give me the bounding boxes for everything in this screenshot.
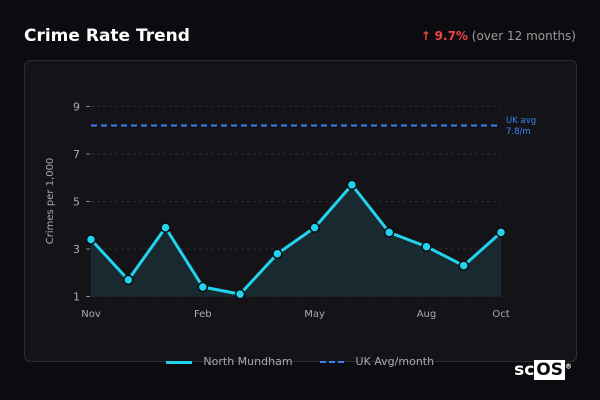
- line-chart: 1 3 5 7 9 Nov Feb May Aug Oct Crimes per 1,000 UK a…: [45, 101, 536, 321]
- data-point: [160, 222, 171, 233]
- data-point: [234, 288, 246, 300]
- y-tick-label: 3: [73, 243, 80, 256]
- data-point: [272, 248, 283, 259]
- data-point: [383, 227, 395, 238]
- legend-series-label: North Mundham: [203, 355, 293, 368]
- data-point: [458, 260, 469, 271]
- x-tick-label: Nov: [81, 309, 101, 320]
- x-tick-label: Feb: [194, 309, 212, 320]
- data-point: [421, 241, 432, 252]
- legend-ref-swatch: [320, 361, 345, 363]
- data-point: [85, 234, 97, 245]
- data-point: [309, 222, 320, 233]
- x-tick-label: Oct: [492, 309, 509, 320]
- x-tick-label: Aug: [417, 309, 437, 320]
- legend-series-swatch: [165, 360, 192, 364]
- y-axis-label: Crimes per 1,000: [45, 158, 56, 245]
- scos-logo: sc OS ®: [514, 360, 572, 380]
- y-tick-label: 1: [73, 291, 80, 304]
- y-tick-label: 9: [73, 101, 80, 114]
- data-point: [123, 274, 134, 286]
- y-tick-label: 5: [73, 196, 80, 209]
- y-tick-label: 7: [73, 148, 80, 161]
- legend: North Mundham UK Avg/month: [0, 355, 600, 368]
- data-point: [346, 179, 358, 191]
- data-point: [197, 281, 209, 293]
- legend-ref-label: UK Avg/month: [355, 355, 435, 368]
- data-point: [495, 227, 507, 238]
- x-tick-label: May: [304, 309, 325, 320]
- uk-average-label: UK avg: [506, 116, 536, 126]
- uk-average-value: 7.8/m: [506, 127, 531, 137]
